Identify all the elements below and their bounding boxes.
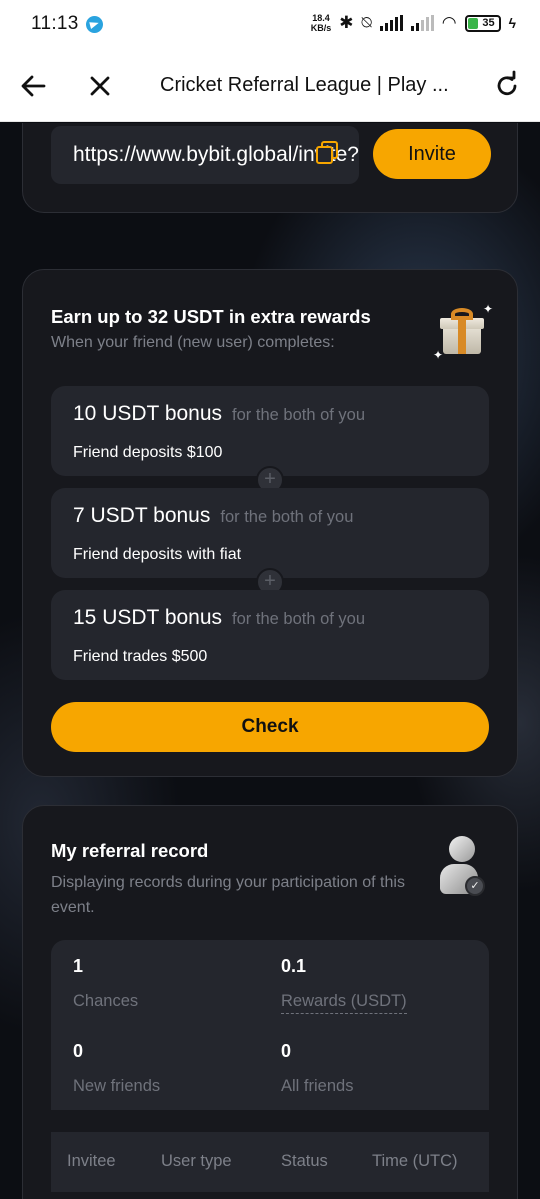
all-friends-label: All friends xyxy=(281,1077,354,1095)
telegram-icon xyxy=(86,16,103,33)
new-friends-label: New friends xyxy=(73,1077,161,1095)
column-status: Status xyxy=(281,1152,328,1170)
rewards-subtitle: When your friend (new user) completes: xyxy=(51,334,335,351)
column-user-type: User type xyxy=(161,1152,232,1170)
bonus-condition: Friend trades $500 xyxy=(73,648,208,665)
bonus-note: for the both of you xyxy=(232,406,366,424)
invite-card: https://www.bybit.global/invite?ref= Inv… xyxy=(22,123,518,213)
table-header: Invitee User type Status Time (UTC) xyxy=(51,1132,489,1192)
referral-record-card: My referral record Displaying records du… xyxy=(22,805,518,1199)
extra-rewards-card: Earn up to 32 USDT in extra rewards When… xyxy=(22,269,518,777)
charging-icon: ϟ xyxy=(508,15,516,31)
bonus-amount: 15 USDT bonus xyxy=(73,606,223,629)
chances-value: 1 xyxy=(73,956,84,976)
bonus-item: 15 USDT bonus for the both of you Friend … xyxy=(51,590,489,680)
network-speed: 18.4 KB/s xyxy=(311,13,332,33)
bonus-item: 7 USDT bonus for the both of you Friend d… xyxy=(51,488,489,578)
column-time: Time (UTC) xyxy=(372,1152,458,1170)
page-content[interactable]: https://www.bybit.global/invite?ref= Inv… xyxy=(0,123,540,1199)
bonus-amount-row: 15 USDT bonus for the both of you xyxy=(73,606,365,630)
user-check-icon: ✓ xyxy=(437,836,487,898)
invite-button[interactable]: Invite xyxy=(373,129,491,179)
record-subtitle: Displaying records during your participa… xyxy=(51,874,405,916)
battery-level: 35 xyxy=(482,16,495,29)
bluetooth-icon: ✱ xyxy=(339,13,354,32)
browser-header: Cricket Referral League | Play ... xyxy=(0,50,540,122)
network-speed-value: 18.4 xyxy=(312,13,330,23)
bonus-amount: 10 USDT bonus xyxy=(73,402,223,425)
rewards-title: Earn up to 32 USDT in extra rewards xyxy=(51,306,371,327)
column-invitee: Invitee xyxy=(67,1152,116,1170)
close-icon[interactable] xyxy=(84,68,116,104)
bonus-condition: Friend deposits $100 xyxy=(73,444,223,461)
gift-icon: ✦ ✦ xyxy=(433,302,494,362)
signal-icon xyxy=(379,15,403,31)
bonus-condition: Friend deposits with fiat xyxy=(73,546,242,563)
status-icons: 18.4 KB/s ✱ ⍉ ◠ 35 ϟ xyxy=(311,13,516,33)
bonus-note: for the both of you xyxy=(232,610,366,628)
record-title: My referral record xyxy=(51,840,209,861)
record-stats: 1 Chances 0.1 Rewards (USDT) 0 New frien… xyxy=(51,940,489,1110)
all-friends-value: 0 xyxy=(281,1041,292,1061)
new-friends-value: 0 xyxy=(73,1041,84,1061)
rewards-value: 0.1 xyxy=(281,956,307,976)
reload-icon[interactable] xyxy=(490,68,524,104)
rewards-label[interactable]: Rewards (USDT) xyxy=(281,992,407,1014)
wifi-icon: ◠ xyxy=(441,13,457,32)
network-speed-unit: KB/s xyxy=(310,23,332,33)
back-arrow-icon[interactable] xyxy=(18,68,50,104)
check-button[interactable]: Check xyxy=(51,702,489,752)
mute-icon: ⍉ xyxy=(361,13,372,32)
referral-link-field[interactable]: https://www.bybit.global/invite?ref= xyxy=(51,126,359,184)
bonus-item: 10 USDT bonus for the both of you Friend … xyxy=(51,386,489,476)
copy-icon xyxy=(315,140,338,164)
bonus-note: for the both of you xyxy=(220,508,354,526)
bonus-amount-row: 7 USDT bonus for the both of you xyxy=(73,504,353,528)
bonus-amount-row: 10 USDT bonus for the both of you xyxy=(73,402,365,426)
status-time: 11:13 xyxy=(31,13,79,34)
status-bar: 11:13 18.4 KB/s ✱ ⍉ ◠ 35 ϟ xyxy=(0,0,540,50)
bonus-amount: 7 USDT bonus xyxy=(73,504,211,527)
battery-icon: 35 xyxy=(464,14,501,32)
page-title: Cricket Referral League | Play ... xyxy=(160,74,449,96)
signal-2-icon xyxy=(410,15,434,31)
chances-label: Chances xyxy=(73,992,139,1010)
